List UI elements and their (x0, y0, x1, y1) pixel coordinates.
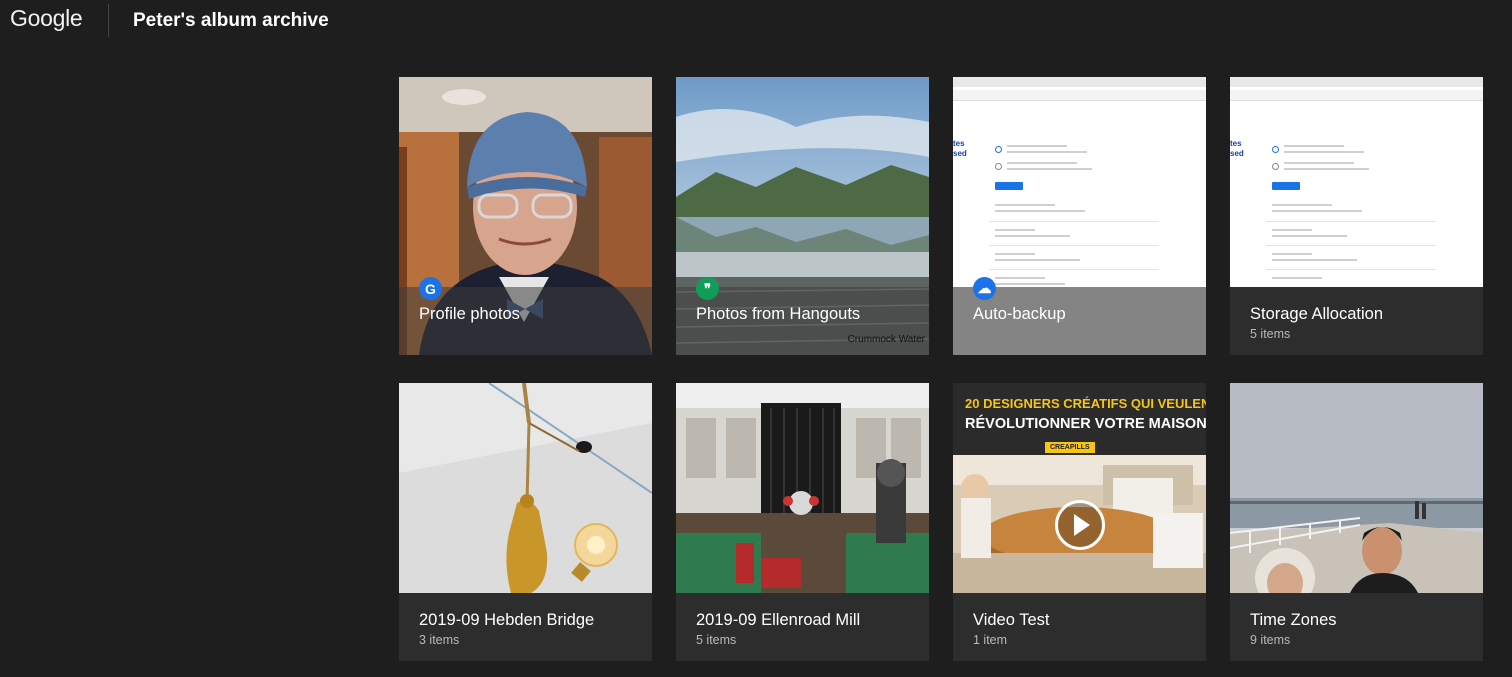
play-icon[interactable] (1055, 500, 1105, 550)
google-icon: G (419, 277, 442, 300)
album-card-storage-allocation[interactable]: tes sed Storage Allocation 5 items (1230, 77, 1483, 355)
album-caption: ❞ Photos from Hangouts Crummock Water (676, 277, 929, 355)
cloud-upload-icon: ☁ (973, 277, 996, 300)
top-bar: Google Peter's album archive (0, 0, 1512, 44)
album-title: 2019-09 Ellenroad Mill (696, 611, 861, 629)
album-thumbnail: tes sed (1230, 77, 1483, 287)
album-title: Photos from Hangouts (696, 305, 861, 323)
album-caption: Time Zones 9 items (1230, 593, 1483, 661)
album-item-count: 5 items (1250, 327, 1291, 341)
album-card-hebden-bridge[interactable]: 2019-09 Hebden Bridge 3 items (399, 383, 652, 661)
album-card-ellenroad-mill[interactable]: 2019-09 Ellenroad Mill 5 items (676, 383, 929, 661)
album-card-profile-photos[interactable]: G Profile photos (399, 77, 652, 355)
album-item-count: 3 items (419, 633, 460, 647)
album-card-time-zones[interactable]: Time Zones 9 items (1230, 383, 1483, 661)
album-caption: Video Test 1 item (953, 593, 1206, 661)
album-card-photos-from-hangouts[interactable]: ❞ Photos from Hangouts Crummock Water (676, 77, 929, 355)
video-banner-line2: RÉVOLUTIONNER VOTRE MAISON (965, 416, 1206, 432)
album-caption: G Profile photos (399, 277, 652, 355)
album-caption: Storage Allocation 5 items (1230, 287, 1483, 355)
google-logo[interactable]: Google (10, 5, 83, 32)
album-card-video-test[interactable]: 20 DESIGNERS CRÉATIFS QUI VEULENT RÉVOLU… (953, 383, 1206, 661)
header-divider (108, 4, 109, 37)
page-title: Peter's album archive (133, 10, 329, 31)
album-caption: 2019-09 Hebden Bridge 3 items (399, 593, 652, 661)
photo-credit: Crummock Water (847, 334, 925, 345)
album-title: 2019-09 Hebden Bridge (419, 611, 595, 629)
album-item-count: 1 item (973, 633, 1008, 647)
album-caption: ☁ Auto-backup (953, 277, 1206, 355)
album-title: Storage Allocation (1250, 305, 1384, 323)
album-item-count: 9 items (1250, 633, 1291, 647)
album-thumbnail (676, 383, 929, 593)
album-title: Video Test (973, 611, 1050, 629)
album-caption: 2019-09 Ellenroad Mill 5 items (676, 593, 929, 661)
album-title: Auto-backup (973, 305, 1066, 323)
album-title: Profile photos (419, 305, 520, 323)
album-thumbnail (1230, 383, 1483, 593)
album-item-count: 5 items (696, 633, 737, 647)
album-card-auto-backup[interactable]: tes sed ☁ Auto-backup (953, 77, 1206, 355)
hangouts-icon: ❞ (696, 277, 719, 300)
album-title: Time Zones (1250, 611, 1337, 629)
video-banner-line1: 20 DESIGNERS CRÉATIFS QUI VEULENT (965, 396, 1206, 411)
album-thumbnail: 20 DESIGNERS CRÉATIFS QUI VEULENT RÉVOLU… (953, 383, 1206, 593)
video-banner-tag: CREAPILLS (1045, 442, 1095, 453)
album-thumbnail (399, 383, 652, 593)
